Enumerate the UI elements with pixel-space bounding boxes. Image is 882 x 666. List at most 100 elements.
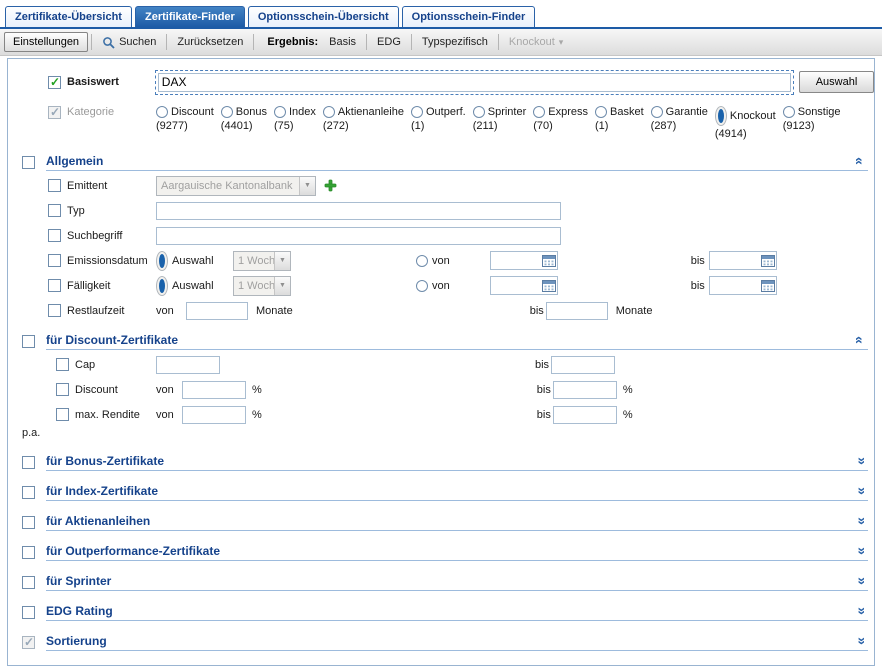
- emittent-checkbox[interactable]: [48, 179, 61, 192]
- kategorie-option-knockout[interactable]: Knockout (4914): [715, 106, 776, 140]
- option-count: (9123): [783, 120, 841, 132]
- kategorie-option-outperf[interactable]: Outperf. (1): [411, 106, 466, 140]
- calendar-icon[interactable]: [542, 254, 556, 267]
- emissionsdatum-von-input[interactable]: [491, 253, 542, 268]
- max-rendite-checkbox[interactable]: [56, 408, 69, 421]
- expand-section-icon[interactable]: [856, 576, 864, 586]
- bis-label: bis: [691, 255, 705, 267]
- section-discount-checkbox[interactable]: [22, 335, 35, 348]
- kategorie-option-discount[interactable]: Discount (9277): [156, 106, 214, 140]
- expand-section-icon[interactable]: [856, 486, 864, 496]
- expand-section-icon[interactable]: [856, 456, 864, 466]
- section-aktienanleihen-checkbox[interactable]: [22, 516, 35, 529]
- radio-icon[interactable]: [533, 106, 545, 118]
- radio-icon[interactable]: [595, 106, 607, 118]
- typ-input[interactable]: [156, 202, 561, 220]
- kategorie-option-garantie[interactable]: Garantie (287): [651, 106, 708, 140]
- tab-optionsschein-uebersicht[interactable]: Optionsschein-Übersicht: [248, 6, 399, 27]
- restlaufzeit-bis-input[interactable]: [546, 302, 608, 320]
- auswahl-button[interactable]: Auswahl: [799, 71, 874, 93]
- restlaufzeit-row: Restlaufzeit von Monate bis Monate: [8, 298, 874, 323]
- max-rendite-von-input[interactable]: [182, 406, 246, 424]
- discount-bis-input[interactable]: [553, 381, 617, 399]
- radio-icon[interactable]: [323, 106, 335, 118]
- radio-selected-icon[interactable]: [156, 276, 168, 296]
- section-rule: für Aktienanleihen: [46, 514, 868, 531]
- discount-checkbox[interactable]: [56, 383, 69, 396]
- add-emittent-icon[interactable]: [324, 179, 337, 192]
- kategorie-option-index[interactable]: Index (75): [274, 106, 316, 140]
- tab-zertifikate-uebersicht[interactable]: Zertifikate-Übersicht: [5, 6, 132, 27]
- faelligkeit-von-input[interactable]: [491, 278, 542, 293]
- calendar-icon[interactable]: [542, 279, 556, 292]
- radio-icon[interactable]: [274, 106, 286, 118]
- tab-zertifikate-finder[interactable]: Zertifikate-Finder: [135, 6, 245, 27]
- collapse-section-icon[interactable]: [856, 335, 864, 345]
- tab-optionsschein-finder[interactable]: Optionsschein-Finder: [402, 6, 536, 27]
- basiswert-checkbox[interactable]: [48, 76, 61, 89]
- expand-section-icon[interactable]: [856, 516, 864, 526]
- section-rule: Sortierung: [46, 634, 868, 651]
- section-edg-rating-checkbox[interactable]: [22, 606, 35, 619]
- radio-icon[interactable]: [221, 106, 233, 118]
- expand-section-icon[interactable]: [856, 546, 864, 556]
- ergebnis-edg-button[interactable]: EDG: [370, 33, 408, 51]
- section-allgemein-checkbox[interactable]: [22, 156, 35, 169]
- suchbegriff-checkbox[interactable]: [48, 229, 61, 242]
- basiswert-input-box: [155, 70, 794, 95]
- emissionsdatum-auswahl-radio[interactable]: Auswahl: [156, 251, 233, 271]
- suchbegriff-input[interactable]: [156, 227, 561, 245]
- cap-label: Cap: [75, 359, 156, 371]
- radio-icon[interactable]: [156, 106, 168, 118]
- faelligkeit-von-radio[interactable]: von: [416, 280, 450, 292]
- section-index-checkbox[interactable]: [22, 486, 35, 499]
- zuruecksetzen-button[interactable]: Zurücksetzen: [170, 33, 250, 51]
- radio-icon[interactable]: [651, 106, 663, 118]
- section-sprinter-checkbox[interactable]: [22, 576, 35, 589]
- bis-label: bis: [691, 280, 705, 292]
- kategorie-option-bonus[interactable]: Bonus (4401): [221, 106, 267, 140]
- section-outperformance-checkbox[interactable]: [22, 546, 35, 559]
- emissionsdatum-von-radio[interactable]: von: [416, 255, 450, 267]
- radio-icon[interactable]: [416, 255, 428, 267]
- faelligkeit-auswahl-radio[interactable]: Auswahl: [156, 276, 233, 296]
- percent-label: %: [623, 409, 633, 421]
- emissionsdatum-checkbox[interactable]: [48, 254, 61, 267]
- cap-bis-input[interactable]: [551, 356, 615, 374]
- restlaufzeit-von-input[interactable]: [186, 302, 248, 320]
- radio-selected-icon[interactable]: [156, 251, 168, 271]
- kategorie-option-sprinter[interactable]: Sprinter (211): [473, 106, 527, 140]
- section-bonus-checkbox[interactable]: [22, 456, 35, 469]
- suchen-button[interactable]: Suchen: [95, 33, 163, 52]
- chevron-down-icon: ▼: [299, 177, 315, 195]
- kategorie-checkbox: [48, 106, 61, 119]
- radio-icon[interactable]: [416, 280, 428, 292]
- radio-selected-icon[interactable]: [715, 106, 727, 126]
- einstellungen-button[interactable]: Einstellungen: [4, 32, 88, 52]
- ergebnis-typspezifisch-button[interactable]: Typspezifisch: [415, 33, 495, 51]
- radio-icon[interactable]: [473, 106, 485, 118]
- section-outperformance-header: für Outperformance-Zertifikate: [22, 544, 868, 561]
- kategorie-option-aktienanleihe[interactable]: Aktienanleihe (272): [323, 106, 404, 140]
- basiswert-input[interactable]: [158, 73, 791, 92]
- restlaufzeit-checkbox[interactable]: [48, 304, 61, 317]
- max-rendite-bis-input[interactable]: [553, 406, 617, 424]
- kategorie-option-basket[interactable]: Basket (1): [595, 106, 644, 140]
- expand-section-icon[interactable]: [856, 636, 864, 646]
- calendar-icon[interactable]: [761, 254, 775, 267]
- cap-von-input[interactable]: [156, 356, 220, 374]
- emissionsdatum-bis-input[interactable]: [710, 253, 761, 268]
- faelligkeit-bis-input[interactable]: [710, 278, 761, 293]
- ergebnis-basis-button[interactable]: Basis: [322, 33, 363, 51]
- cap-checkbox[interactable]: [56, 358, 69, 371]
- radio-icon[interactable]: [783, 106, 795, 118]
- kategorie-option-express[interactable]: Express (70): [533, 106, 588, 140]
- typ-checkbox[interactable]: [48, 204, 61, 217]
- discount-von-input[interactable]: [182, 381, 246, 399]
- kategorie-option-sonstige[interactable]: Sonstige (9123): [783, 106, 841, 140]
- faelligkeit-checkbox[interactable]: [48, 279, 61, 292]
- calendar-icon[interactable]: [761, 279, 775, 292]
- radio-icon[interactable]: [411, 106, 423, 118]
- collapse-section-icon[interactable]: [856, 156, 864, 166]
- expand-section-icon[interactable]: [856, 606, 864, 616]
